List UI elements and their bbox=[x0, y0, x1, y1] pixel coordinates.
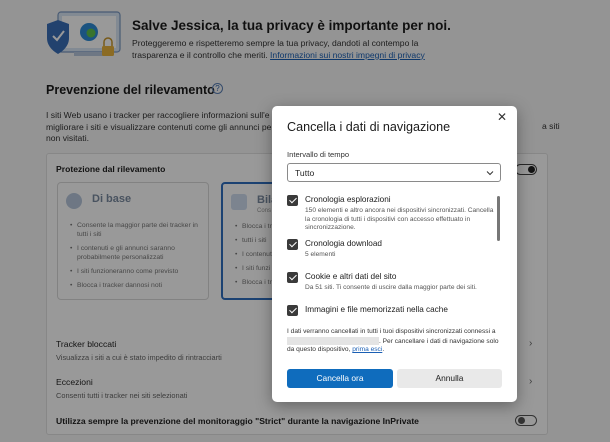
dialog-title: Cancella i dati di navigazione bbox=[287, 120, 451, 134]
close-icon[interactable]: ✕ bbox=[497, 110, 507, 124]
list-item[interactable]: Immagini e file memorizzati nella cache bbox=[287, 305, 487, 319]
checkbox-checked-icon[interactable] bbox=[287, 305, 298, 316]
list-scrollbar[interactable] bbox=[497, 196, 500, 241]
clear-now-button[interactable]: Cancella ora bbox=[287, 369, 393, 388]
cancel-button[interactable]: Annulla bbox=[397, 369, 502, 388]
time-range-value: Tutto bbox=[295, 168, 315, 178]
checkbox-checked-icon[interactable] bbox=[287, 239, 298, 250]
data-types-list: Cronologia esplorazioni 150 elementi e a… bbox=[287, 193, 507, 320]
list-item[interactable]: Cookie e altri dati del sito Da 51 siti.… bbox=[287, 272, 487, 298]
account-email-redacted bbox=[287, 336, 379, 345]
sync-note: I dati verranno cancellati in tutti i tu… bbox=[287, 328, 499, 354]
sign-out-first-link[interactable]: prima esci bbox=[352, 346, 382, 353]
chevron-down-icon bbox=[486, 171, 494, 176]
item-subtitle: 5 elementi bbox=[305, 251, 336, 258]
checkbox-checked-icon[interactable] bbox=[287, 195, 298, 206]
item-title: Cronologia esplorazioni bbox=[305, 195, 391, 204]
time-range-label: Intervallo di tempo bbox=[287, 150, 350, 159]
list-item[interactable]: Cronologia download 5 elementi bbox=[287, 239, 487, 265]
list-item[interactable]: Cronologia esplorazioni 150 elementi e a… bbox=[287, 195, 493, 239]
checkbox-checked-icon[interactable] bbox=[287, 272, 298, 283]
item-subtitle: Da 51 siti. Ti consente di uscire dalla … bbox=[305, 284, 477, 291]
clear-browsing-data-dialog: Cancella i dati di navigazione ✕ Interva… bbox=[272, 106, 517, 402]
item-title: Immagini e file memorizzati nella cache bbox=[305, 305, 448, 314]
item-title: Cookie e altri dati del sito bbox=[305, 272, 397, 281]
item-subtitle: 150 elementi e altro ancora nei disposit… bbox=[305, 207, 494, 231]
time-range-select[interactable]: Tutto bbox=[287, 163, 501, 182]
item-title: Cronologia download bbox=[305, 239, 382, 248]
